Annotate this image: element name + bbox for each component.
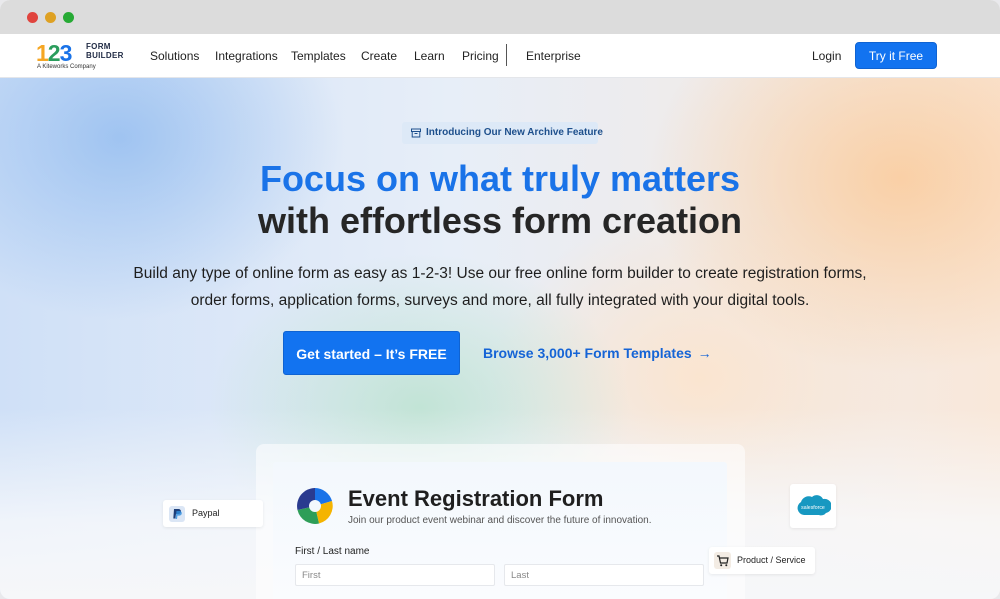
nav-integrations[interactable]: Integrations bbox=[215, 49, 278, 63]
last-name-input[interactable]: Last bbox=[504, 564, 704, 586]
form-subtitle: Join our product event webinar and disco… bbox=[348, 515, 652, 526]
salesforce-cloud-icon: salesforce bbox=[797, 495, 831, 516]
close-window-icon[interactable] bbox=[27, 12, 38, 23]
top-navigation: 123 FORM BUILDER A Kiteworks Company Sol… bbox=[0, 34, 1000, 78]
archive-icon bbox=[411, 128, 421, 138]
browser-window: 123 FORM BUILDER A Kiteworks Company Sol… bbox=[0, 0, 1000, 599]
logo-digit-1: 1 bbox=[36, 40, 49, 66]
hero-section: Introducing Our New Archive Feature Focu… bbox=[0, 78, 1000, 599]
nav-enterprise[interactable]: Enterprise bbox=[526, 49, 581, 63]
hero-description-line-1: Build any type of online form as easy as… bbox=[133, 265, 867, 282]
maximize-window-icon[interactable] bbox=[63, 12, 74, 23]
nav-learn[interactable]: Learn bbox=[414, 49, 445, 63]
form-logo-icon bbox=[297, 488, 333, 524]
paypal-icon bbox=[169, 506, 185, 522]
headline-line-2: with effortless form creation bbox=[257, 200, 743, 241]
nav-solutions[interactable]: Solutions bbox=[150, 49, 199, 63]
browse-templates-link[interactable]: Browse 3,000+ Form Templates → bbox=[483, 345, 712, 361]
get-started-button[interactable]: Get started – It’s FREE bbox=[283, 331, 460, 375]
salesforce-integration-chip: salesforce bbox=[790, 484, 836, 528]
form-title: Event Registration Form bbox=[348, 486, 604, 511]
announcement-badge[interactable]: Introducing Our New Archive Feature bbox=[402, 122, 603, 144]
product-service-chip: Product / Service bbox=[709, 547, 815, 574]
headline-line-1: Focus on what truly matters bbox=[259, 158, 741, 199]
hero-description: Build any type of online form as easy as… bbox=[100, 260, 900, 314]
logo-digit-3: 3 bbox=[59, 40, 73, 66]
nav-create[interactable]: Create bbox=[361, 49, 397, 63]
logo-wordmark: FORM BUILDER bbox=[86, 42, 124, 60]
try-it-free-button[interactable]: Try it Free bbox=[855, 42, 937, 69]
browser-titlebar bbox=[0, 0, 1000, 34]
minimize-window-icon[interactable] bbox=[45, 12, 56, 23]
name-field-label: First / Last name bbox=[295, 546, 370, 557]
paypal-integration-chip: Paypal bbox=[163, 500, 263, 527]
product-service-label: Product / Service bbox=[737, 555, 806, 565]
logo-tagline: A Kiteworks Company bbox=[37, 64, 96, 70]
nav-divider bbox=[506, 44, 507, 66]
logo-text-builder: BUILDER bbox=[86, 51, 124, 60]
first-name-input[interactable]: First bbox=[295, 564, 495, 586]
salesforce-label: salesforce bbox=[801, 505, 825, 511]
nav-templates[interactable]: Templates bbox=[291, 49, 346, 63]
form-preview-card: Event Registration Form Join our product… bbox=[273, 462, 727, 599]
logo-digit-2: 2 bbox=[47, 40, 61, 66]
nav-pricing[interactable]: Pricing bbox=[462, 49, 499, 63]
paypal-label: Paypal bbox=[192, 508, 220, 518]
hero-description-line-2: order forms, application forms, surveys … bbox=[190, 292, 810, 309]
arrow-right-icon: → bbox=[697, 345, 712, 361]
logo-digits: 123 bbox=[36, 40, 73, 66]
cart-icon bbox=[714, 552, 731, 569]
browse-templates-label: Browse 3,000+ Form Templates bbox=[483, 345, 692, 361]
login-link[interactable]: Login bbox=[812, 49, 841, 63]
site-logo[interactable]: 123 FORM BUILDER A Kiteworks Company bbox=[36, 40, 128, 72]
announcement-text: Introducing Our New Archive Feature bbox=[426, 127, 603, 138]
logo-text-form: FORM bbox=[86, 42, 111, 51]
